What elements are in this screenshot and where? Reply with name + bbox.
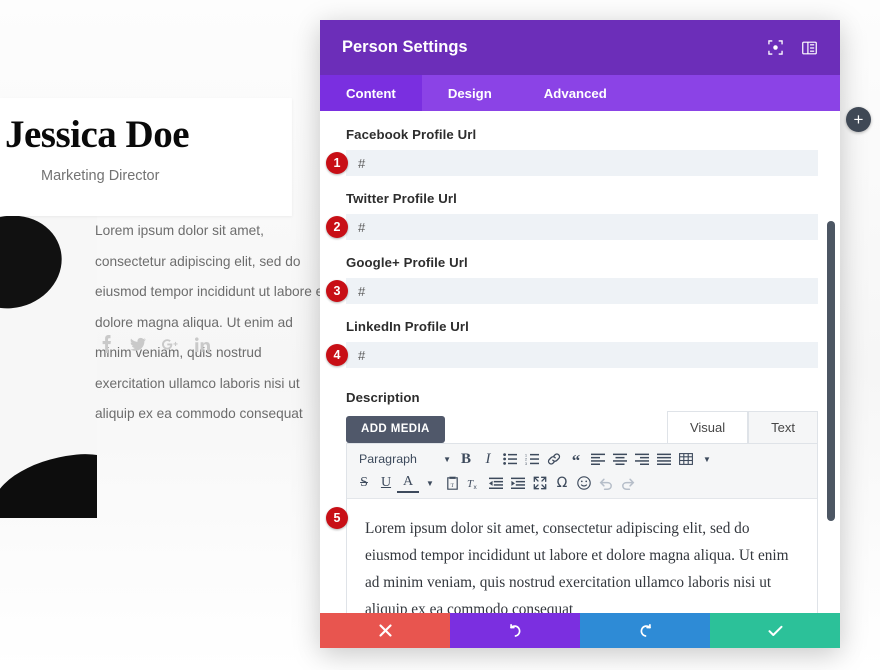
person-name-card: Jessica Doe Marketing Director (0, 98, 292, 216)
align-center-icon[interactable] (609, 448, 631, 470)
app-root: Jessica Doe Marketing Director Lorem ips… (0, 0, 880, 670)
svg-text:3: 3 (525, 462, 527, 465)
tab-content[interactable]: Content (320, 75, 422, 111)
field-google-plus-profile-url: 3 Google+ Profile Url # (326, 255, 818, 304)
facebook-url-input[interactable]: # (346, 150, 818, 176)
field-linkedin-profile-url: 4 LinkedIn Profile Url # (326, 319, 818, 368)
person-social-links (98, 334, 210, 354)
table-icon[interactable] (675, 448, 697, 470)
field-label: Google+ Profile Url (346, 255, 468, 270)
text-color-icon[interactable]: A (397, 474, 419, 493)
bulleted-list-icon[interactable] (499, 448, 521, 470)
underline-icon[interactable]: U (375, 472, 397, 494)
field-label: LinkedIn Profile Url (346, 319, 469, 334)
photo-hair (0, 204, 72, 320)
undo-icon[interactable] (595, 472, 617, 494)
twitter-icon[interactable] (130, 334, 146, 354)
italic-icon[interactable]: I (477, 448, 499, 470)
page-title: Person Settings (342, 38, 468, 56)
split-view-icon[interactable] (796, 35, 822, 61)
field-twitter-profile-url: 2 Twitter Profile Url # (326, 191, 818, 240)
link-icon[interactable] (543, 448, 565, 470)
editor-top-bar: ADD MEDIA Visual Text (346, 411, 818, 443)
person-role: Marketing Director (41, 168, 160, 184)
chevron-down-icon[interactable]: ▼ (697, 448, 719, 470)
modal-footer (320, 613, 840, 648)
step-badge-2: 2 (326, 216, 348, 238)
clear-formatting-icon[interactable]: Tx (463, 472, 485, 494)
strikethrough-icon[interactable]: S (353, 472, 375, 494)
bold-icon[interactable]: B (455, 448, 477, 470)
paste-as-text-icon[interactable]: T (441, 472, 463, 494)
tab-design[interactable]: Design (422, 75, 518, 111)
chevron-down-icon: ▼ (443, 454, 451, 464)
outdent-icon[interactable] (485, 472, 507, 494)
photo-shoulder (0, 448, 97, 518)
editor-toolbar-row-2: S U A ▼ T Tx Ω (353, 471, 813, 495)
cancel-button[interactable] (320, 613, 450, 648)
editor-toolbar-row-1: Paragraph ▼ B I 123 “ ▼ (353, 447, 813, 471)
field-description: Description ADD MEDIA Visual Text Paragr… (326, 390, 818, 613)
tab-visual[interactable]: Visual (666, 411, 749, 443)
indent-icon[interactable] (507, 472, 529, 494)
settings-scroll-area: 1 Facebook Profile Url # 2 Twitter Profi… (320, 111, 840, 613)
step-badge-5: 5 (326, 507, 348, 529)
google-plus-url-input[interactable]: # (346, 278, 818, 304)
person-name: Jessica Doe (5, 113, 190, 156)
field-facebook-profile-url: 1 Facebook Profile Url # (326, 127, 818, 176)
google-plus-icon[interactable] (162, 334, 178, 354)
align-left-icon[interactable] (587, 448, 609, 470)
chevron-down-icon[interactable]: ▼ (419, 472, 441, 494)
add-media-button[interactable]: ADD MEDIA (346, 415, 445, 443)
facebook-icon[interactable] (98, 334, 114, 354)
blockquote-icon[interactable]: “ (565, 448, 587, 470)
focus-mode-icon[interactable] (762, 35, 788, 61)
field-label: Description (346, 390, 420, 405)
modal-tab-bar: Content Design Advanced (320, 75, 840, 111)
description-editor-content[interactable]: Lorem ipsum dolor sit amet, consectetur … (347, 499, 817, 613)
field-label: Facebook Profile Url (346, 127, 477, 142)
rich-text-editor: Paragraph ▼ B I 123 “ ▼ S U A ▼ T T x Ω … (346, 443, 818, 613)
align-justify-icon[interactable] (653, 448, 675, 470)
redo-button[interactable] (580, 613, 710, 648)
step-badge-4: 4 (326, 344, 348, 366)
add-module-button[interactable]: + (846, 107, 871, 132)
fullscreen-icon[interactable] (529, 472, 551, 494)
svg-text:x: x (474, 484, 478, 490)
save-button[interactable] (710, 613, 840, 648)
emoji-icon[interactable] (573, 472, 595, 494)
editor-toolbar: Paragraph ▼ B I 123 “ ▼ S U A ▼ T T x Ω (347, 444, 817, 499)
person-settings-modal: Person Settings Content Design Advanced … (320, 20, 840, 648)
align-right-icon[interactable] (631, 448, 653, 470)
modal-header: Person Settings (320, 20, 840, 75)
linkedin-icon[interactable] (194, 334, 210, 354)
tab-text[interactable]: Text (748, 411, 818, 443)
tab-advanced[interactable]: Advanced (518, 75, 633, 111)
undo-button[interactable] (450, 613, 580, 648)
special-character-icon[interactable]: Ω (551, 472, 573, 494)
numbered-list-icon[interactable]: 123 (521, 448, 543, 470)
redo-icon[interactable] (617, 472, 639, 494)
format-select-value: Paragraph (359, 452, 417, 466)
step-badge-3: 3 (326, 280, 348, 302)
format-select[interactable]: Paragraph ▼ (353, 448, 455, 470)
editor-mode-tabs: Visual Text (666, 411, 818, 443)
settings-scrollbar[interactable] (827, 221, 835, 521)
svg-text:T: T (450, 483, 454, 489)
step-badge-1: 1 (326, 152, 348, 174)
linkedin-url-input[interactable]: # (346, 342, 818, 368)
field-label: Twitter Profile Url (346, 191, 457, 206)
modal-body: 1 Facebook Profile Url # 2 Twitter Profi… (320, 111, 840, 613)
twitter-url-input[interactable]: # (346, 214, 818, 240)
person-description-text: Lorem ipsum dolor sit amet, consectetur … (95, 223, 328, 421)
